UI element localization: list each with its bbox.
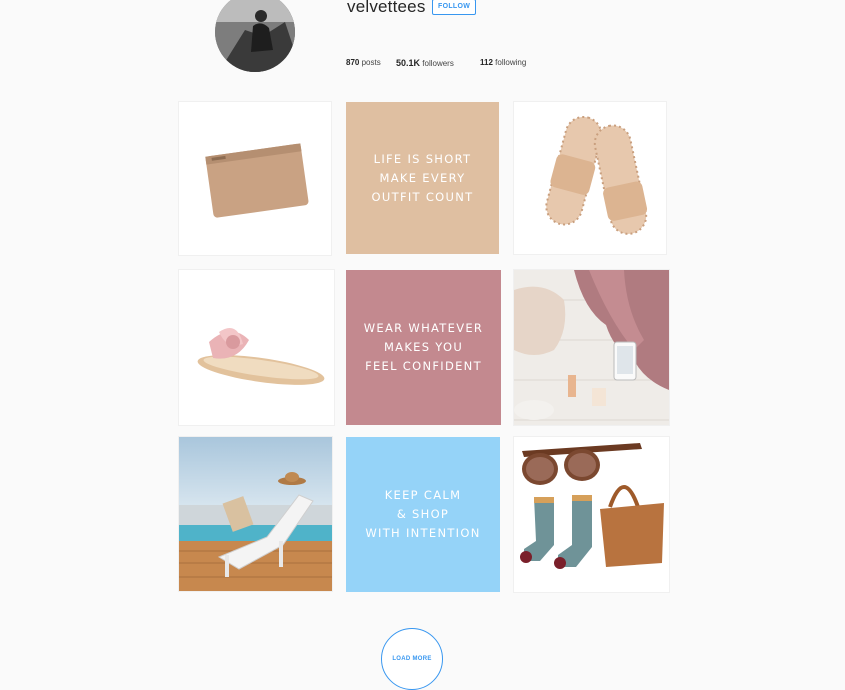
stat-followers[interactable]: 50.1K followers (396, 58, 454, 68)
profile-username: velvettees (347, 0, 426, 16)
stat-following[interactable]: 112 following (480, 58, 526, 67)
post-tile-lounger[interactable] (179, 437, 332, 591)
follow-button[interactable]: FOLLOW (432, 0, 477, 15)
post-tile-flatlay[interactable] (514, 270, 669, 425)
post-tile-clutch[interactable] (179, 102, 331, 255)
post-tile-slides[interactable] (514, 102, 666, 254)
load-more-button[interactable]: LOAD MORE (381, 628, 443, 690)
flatlay-scarf-phone-icon (514, 270, 669, 425)
sun-lounger-pool-icon (179, 437, 332, 591)
quote-text: KEEP CALM & SHOP WITH INTENTION (365, 488, 481, 540)
quote-text: LIFE IS SHORT MAKE EVERY OUTFIT COUNT (371, 151, 474, 204)
post-tile-bow-sandal[interactable] (179, 270, 334, 425)
post-tile-quote-3[interactable]: KEEP CALM & SHOP WITH INTENTION (346, 437, 500, 592)
stat-posts: 870 posts (346, 58, 381, 67)
followers-label: followers (422, 59, 454, 68)
following-count: 112 (480, 58, 493, 67)
post-tile-quote-1[interactable]: LIFE IS SHORT MAKE EVERY OUTFIT COUNT (346, 102, 499, 254)
slide-sandals-icon (514, 102, 666, 254)
quote-text: WEAR WHATEVER MAKES YOU FEEL CONFIDENT (363, 321, 484, 373)
posts-label: posts (361, 58, 381, 67)
profile-avatar[interactable] (215, 0, 295, 72)
post-tile-quote-2[interactable]: WEAR WHATEVER MAKES YOU FEEL CONFIDENT (346, 270, 501, 425)
followers-count: 50.1K (396, 58, 421, 68)
clutch-bag-icon (179, 102, 331, 255)
pink-bow-sandal-icon (179, 270, 334, 425)
posts-count: 870 (346, 58, 360, 67)
post-tile-accessories[interactable] (514, 437, 669, 592)
sunglasses-socks-tote-icon (514, 437, 669, 592)
following-label: following (495, 58, 527, 67)
profile-photo-icon (215, 0, 295, 72)
